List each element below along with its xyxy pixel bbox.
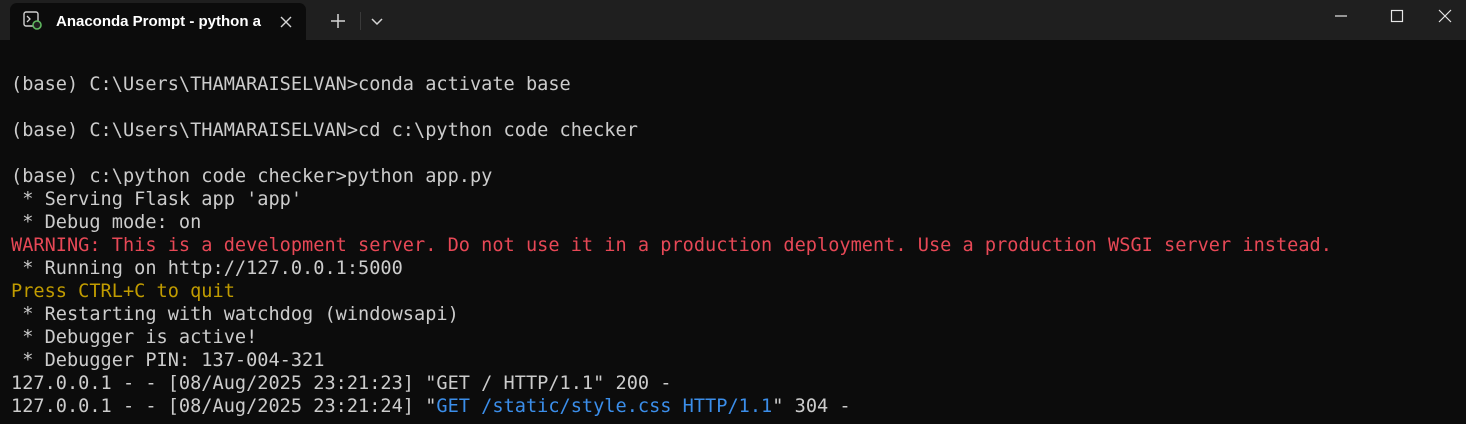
terminal-line: (base) C:\Users\THAMARAISELVAN>conda act… [11,74,571,95]
terminal-output[interactable]: (base) C:\Users\THAMARAISELVAN>conda act… [0,40,1466,424]
terminal-line: * Serving Flask app 'app' [11,189,303,210]
request-log-line: 127.0.0.1 - - [08/Aug/2025 23:21:23] "GE… [11,373,672,394]
maximize-button[interactable] [1372,0,1422,32]
terminal-line: * Debugger is active! [11,327,258,348]
minimize-button[interactable] [1316,0,1366,32]
tab-dropdown-button[interactable] [364,8,390,34]
terminal-line: * Restarting with watchdog (windowsapi) [11,304,459,325]
terminal-line: (base) C:\Users\THAMARAISELVAN>cd c:\pyt… [11,120,638,141]
tab-divider [360,12,361,30]
terminal-line: (base) c:\python code checker>python app… [11,166,493,187]
terminal-icon [23,11,42,30]
request-log-line: 127.0.0.1 - - [08/Aug/2025 23:21:24] "GE… [11,395,851,418]
quit-hint-line: Press CTRL+C to quit [11,281,235,302]
title-bar: Anaconda Prompt - python a [0,0,1466,40]
new-tab-button[interactable] [321,8,355,34]
terminal-line: * Running on http://127.0.0.1:5000 [11,258,403,279]
terminal-window: Anaconda Prompt - python a (base) C:\Use… [0,0,1466,424]
tab-anaconda-prompt[interactable]: Anaconda Prompt - python a [10,3,306,40]
close-window-button[interactable] [1420,0,1466,32]
tab-close-icon[interactable] [276,12,296,32]
tab-title: Anaconda Prompt - python a [56,13,262,30]
log-suffix: " 304 - [772,396,851,417]
terminal-line: * Debug mode: on [11,212,202,233]
log-request: GET /static/style.css HTTP/1.1 [436,396,773,417]
terminal-line: * Debugger PIN: 137-004-321 [11,350,325,371]
warning-line: WARNING: This is a development server. D… [11,235,1332,256]
log-prefix: 127.0.0.1 - - [08/Aug/2025 23:21:24] " [11,396,437,417]
